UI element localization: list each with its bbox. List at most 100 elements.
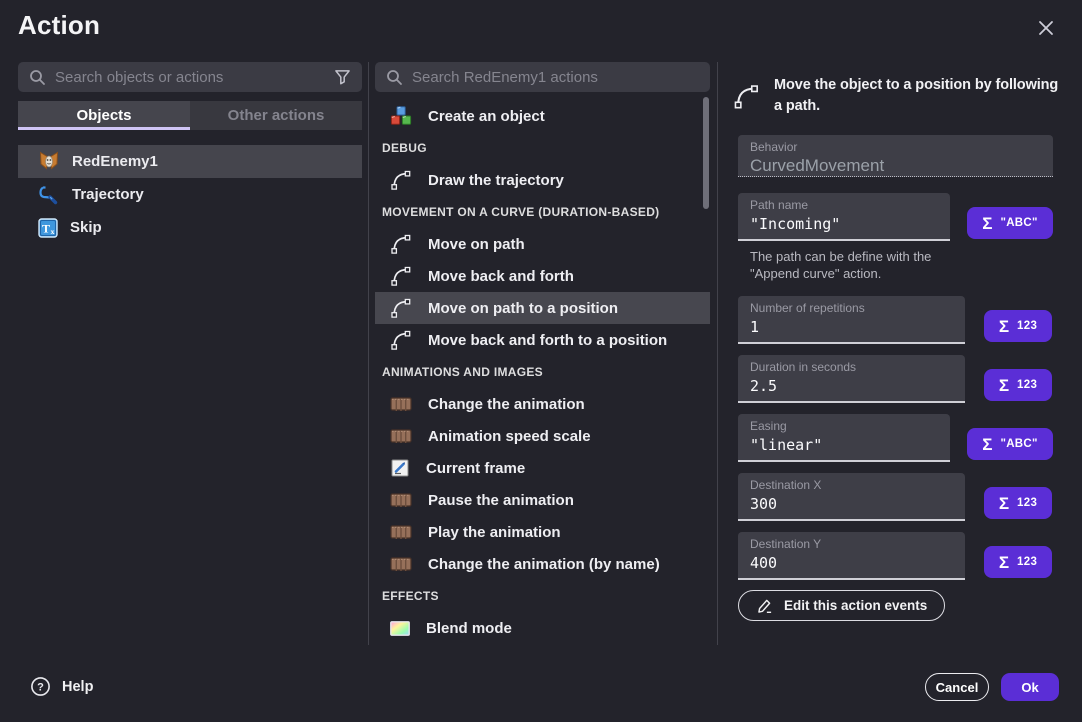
- action-item-label: Draw the trajectory: [428, 172, 564, 189]
- action-item[interactable]: Move back and forth to a position: [375, 324, 710, 356]
- category-header: ANIMATIONS AND IMAGES: [375, 356, 710, 388]
- expression-editor-button[interactable]: Σ"ABC": [967, 207, 1053, 239]
- close-icon[interactable]: [1033, 15, 1059, 41]
- tab-objects[interactable]: Objects: [18, 101, 190, 130]
- action-item[interactable]: Move back and forth: [375, 260, 710, 292]
- field-label: Destination X: [750, 478, 953, 492]
- expression-editor-button[interactable]: Σ 123: [984, 310, 1052, 342]
- actions-search-box: [375, 62, 710, 92]
- page-title: Action: [18, 10, 100, 41]
- sigma-icon: Σ: [982, 215, 992, 232]
- objects-search-input[interactable]: [55, 69, 325, 86]
- expression-type-label: 123: [1017, 379, 1037, 391]
- action-item[interactable]: Animation speed scale: [375, 420, 710, 452]
- action-item-label: Current frame: [426, 460, 525, 477]
- expression-type-label: 123: [1017, 556, 1037, 568]
- action-description: Move the object to a position by followi…: [733, 75, 1064, 117]
- action-description-text: Move the object to a position by followi…: [774, 75, 1064, 117]
- expression-editor-button[interactable]: Σ123: [984, 487, 1052, 519]
- cancel-button[interactable]: Cancel: [925, 673, 989, 701]
- search-icon: [386, 69, 403, 86]
- object-item-label: Trajectory: [72, 186, 144, 203]
- curve-icon: [390, 329, 412, 351]
- expression-type-label: "ABC": [1000, 438, 1037, 450]
- expression-type-label: 123: [1017, 320, 1037, 332]
- action-item-label: Move back and forth to a position: [428, 332, 667, 349]
- help-button[interactable]: ? Help: [30, 676, 93, 697]
- field-label: Duration in seconds: [750, 360, 953, 374]
- action-item-label: Move on path: [428, 236, 525, 253]
- svg-text:?: ?: [37, 682, 44, 694]
- field-label: Number of repetitions: [750, 301, 953, 315]
- sigma-icon: Σ: [999, 554, 1009, 571]
- action-item[interactable]: Move on path: [375, 228, 710, 260]
- blend-icon: [390, 621, 410, 636]
- red-enemy-icon: [38, 151, 60, 172]
- category-header: MOVEMENT ON A CURVE (DURATION-BASED): [375, 196, 710, 228]
- panel-divider-right: [717, 62, 718, 645]
- curve-icon: [733, 75, 760, 117]
- action-item[interactable]: Current frame: [375, 452, 710, 484]
- action-item-label: Change the animation: [428, 396, 585, 413]
- object-item-redenemy1[interactable]: RedEnemy1: [18, 145, 362, 178]
- action-item[interactable]: Play the animation: [375, 516, 710, 548]
- category-header: EFFECTS: [375, 580, 710, 612]
- action-item-label: Change the animation (by name): [428, 556, 660, 573]
- field-value[interactable]: "Incoming": [750, 215, 938, 233]
- ok-button[interactable]: Ok: [1001, 673, 1059, 701]
- actions-scrollbar-thumb[interactable]: [703, 97, 709, 209]
- help-label: Help: [62, 679, 93, 695]
- field-value[interactable]: 400: [750, 554, 953, 572]
- objects-panel: ObjectsOther actions RedEnemy1 Trajectory…: [18, 62, 362, 244]
- sigma-icon: Σ: [999, 377, 1009, 394]
- field-value[interactable]: 1: [750, 318, 953, 336]
- field-destination-y: Destination Y 400: [738, 532, 965, 580]
- parameters-panel: Move the object to a position by followi…: [729, 62, 1064, 645]
- object-list: RedEnemy1 Trajectory TxSkip: [18, 145, 362, 244]
- svg-text:x: x: [51, 227, 55, 236]
- expression-editor-button[interactable]: Σ "ABC": [967, 428, 1053, 460]
- film-icon: [390, 556, 412, 572]
- field-path-name: Path name"Incoming": [738, 193, 950, 241]
- action-item[interactable]: Move on path to a position: [375, 292, 710, 324]
- action-item[interactable]: Blend mode: [375, 612, 710, 644]
- field-value[interactable]: 2.5: [750, 377, 953, 395]
- field-value[interactable]: 300: [750, 495, 953, 513]
- field-number-of-repetitions: Number of repetitions 1: [738, 296, 965, 344]
- help-icon: ?: [30, 676, 51, 697]
- object-item-trajectory[interactable]: Trajectory: [18, 178, 362, 211]
- sigma-icon: Σ: [999, 318, 1009, 335]
- field-behavior: BehaviorCurvedMovement: [738, 135, 1053, 177]
- action-item[interactable]: Draw the trajectory: [375, 164, 710, 196]
- action-item-label: Move back and forth: [428, 268, 574, 285]
- action-item[interactable]: Change the animation: [375, 388, 710, 420]
- field-value: CurvedMovement: [750, 156, 1041, 176]
- edit-action-events-button[interactable]: Edit this action events: [738, 590, 945, 621]
- action-item-label: Play the animation: [428, 524, 561, 541]
- film-icon: [390, 492, 412, 508]
- action-list: Create an objectDEBUGDraw the trajectory…: [375, 100, 710, 644]
- action-item[interactable]: Pause the animation: [375, 484, 710, 516]
- panel-tabs: ObjectsOther actions: [18, 101, 362, 130]
- cubes-icon: [390, 106, 412, 126]
- expression-editor-button[interactable]: Σ 123: [984, 369, 1052, 401]
- action-item[interactable]: Change the animation (by name): [375, 548, 710, 580]
- action-item[interactable]: Create an object: [375, 100, 710, 132]
- actions-search-input[interactable]: [412, 69, 699, 86]
- field-helper-text: The path can be define with the "Append …: [750, 248, 955, 282]
- panel-divider-left: [368, 62, 369, 645]
- field-duration-in-seconds: Duration in seconds 2.5: [738, 355, 965, 403]
- sigma-icon: Σ: [982, 436, 992, 453]
- filter-icon[interactable]: [334, 69, 351, 85]
- curve-icon: [390, 233, 412, 255]
- expression-editor-button[interactable]: Σ 123: [984, 546, 1052, 578]
- field-value[interactable]: "linear": [750, 436, 938, 454]
- object-item-skip[interactable]: TxSkip: [18, 211, 362, 244]
- field-label: Destination Y: [750, 537, 953, 551]
- action-item-label: Move on path to a position: [428, 300, 618, 317]
- actions-panel: Create an objectDEBUGDraw the trajectory…: [375, 62, 710, 645]
- frame-icon: [390, 458, 410, 478]
- sigma-icon: Σ: [999, 495, 1009, 512]
- tab-other-actions[interactable]: Other actions: [190, 101, 362, 130]
- pen-icon: [756, 597, 773, 614]
